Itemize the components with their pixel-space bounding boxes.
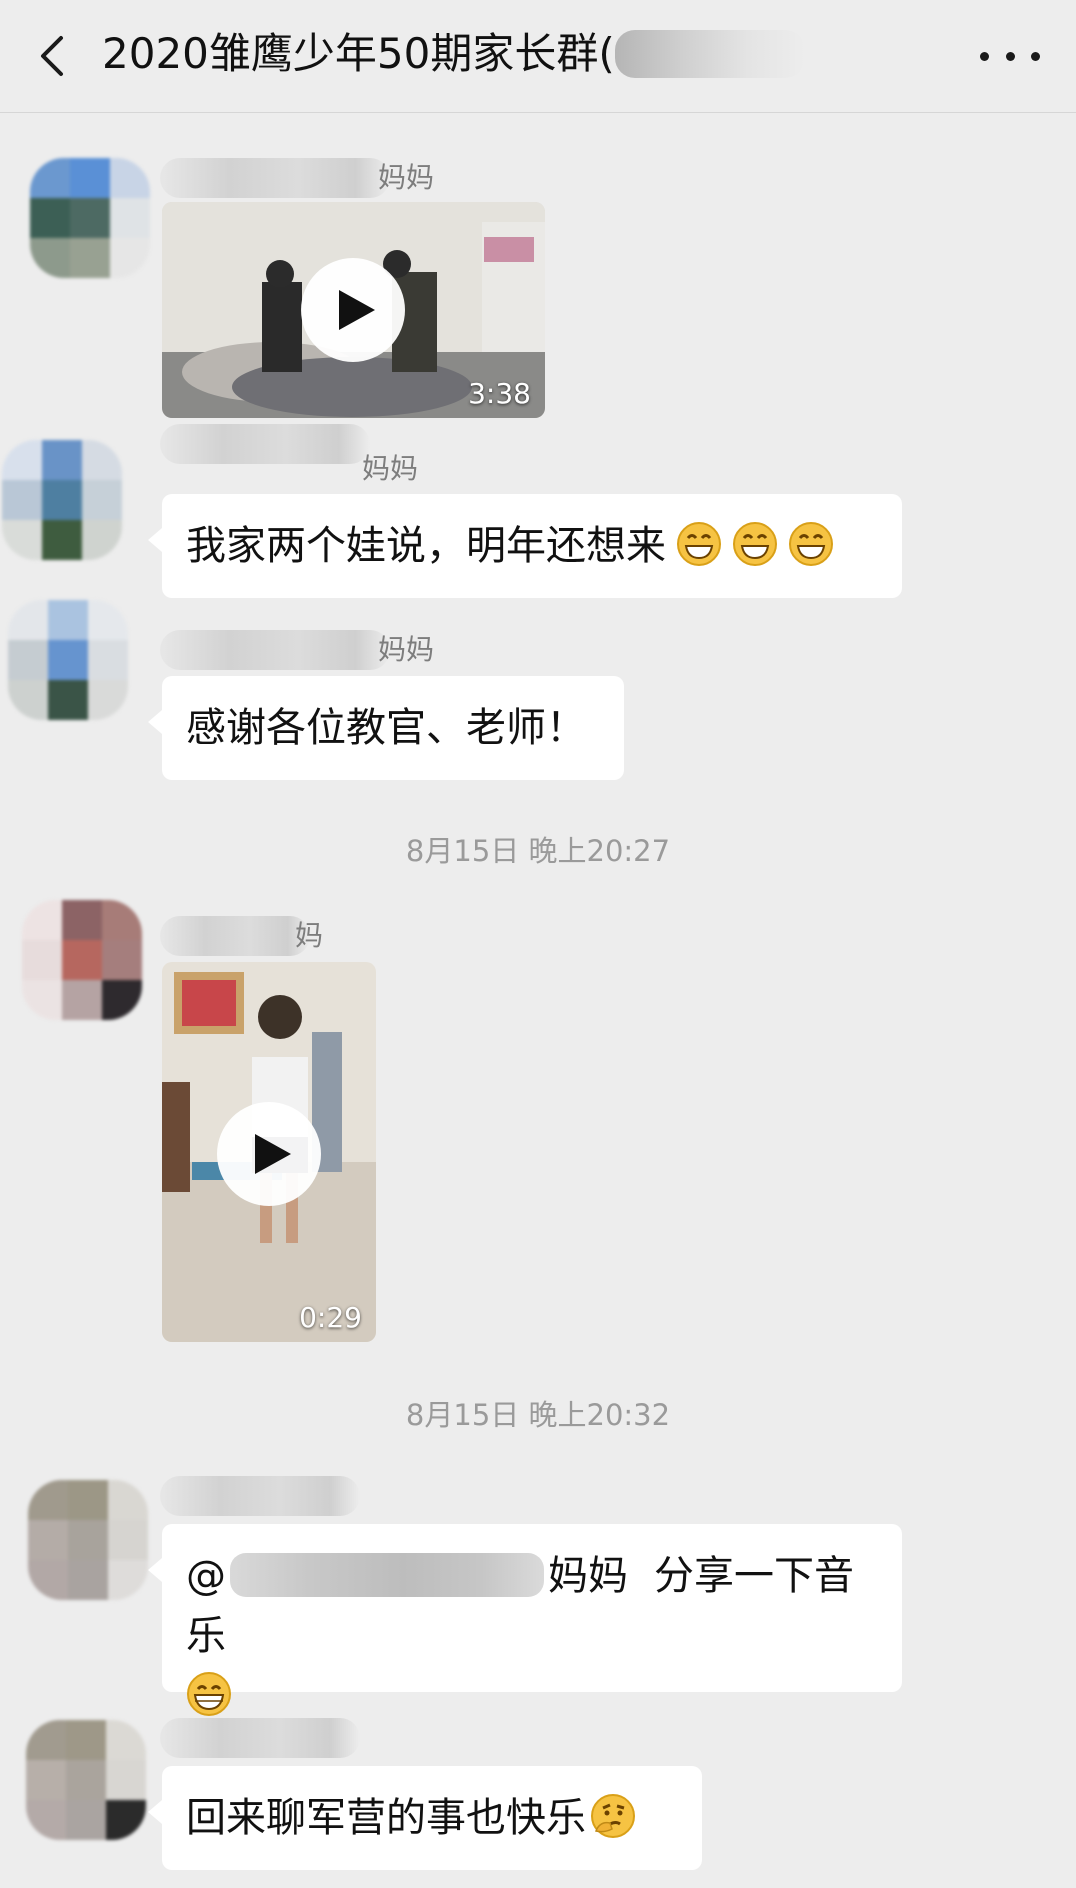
text-message[interactable]: @ 妈妈 分享一下音乐 bbox=[148, 1524, 902, 1716]
avatar[interactable] bbox=[26, 1720, 146, 1840]
play-button[interactable] bbox=[217, 1102, 321, 1206]
nickname-redaction bbox=[160, 916, 310, 956]
nickname-redaction bbox=[160, 424, 370, 464]
more-dots-icon bbox=[980, 51, 989, 61]
chat-title: 2020雏鹰少年50期家长群( bbox=[102, 29, 615, 78]
grin-emoji bbox=[733, 522, 777, 566]
chevron-left-icon bbox=[41, 36, 63, 76]
avatar[interactable] bbox=[8, 600, 128, 720]
sender-nickname: 妈妈 bbox=[378, 161, 435, 194]
back-button[interactable] bbox=[30, 26, 74, 86]
text-message[interactable]: 回来聊军营的事也快乐 bbox=[148, 1766, 702, 1870]
more-button[interactable] bbox=[980, 34, 1040, 78]
message-timestamp: 8月15日 晚上20:27 bbox=[405, 834, 671, 868]
avatar[interactable] bbox=[22, 900, 142, 1020]
nickname-redaction bbox=[160, 630, 390, 670]
avatar[interactable] bbox=[2, 440, 122, 560]
sender-nickname: 妈妈 bbox=[362, 452, 419, 485]
video-duration: 0:29 bbox=[299, 1301, 362, 1334]
message-timestamp: 8月15日 晚上20:32 bbox=[405, 1398, 671, 1432]
nickname-redaction bbox=[160, 1476, 360, 1516]
play-icon bbox=[339, 290, 375, 330]
text-message[interactable]: 感谢各位教官、老师！ bbox=[148, 676, 624, 780]
video-duration: 3:38 bbox=[468, 377, 531, 410]
play-button[interactable] bbox=[301, 258, 405, 362]
mention-redaction bbox=[230, 1553, 544, 1597]
grin-emoji bbox=[677, 522, 721, 566]
video-message[interactable]: 3:38 bbox=[162, 202, 545, 418]
video-message[interactable]: 0:29 bbox=[162, 962, 376, 1342]
grin-emoji bbox=[789, 522, 833, 566]
play-icon bbox=[255, 1134, 291, 1174]
nickname-redaction bbox=[160, 1718, 360, 1758]
nickname-redaction bbox=[160, 158, 390, 198]
sender-nickname: 妈妈 bbox=[378, 633, 435, 666]
avatar[interactable] bbox=[28, 1480, 148, 1600]
chat-header: 2020雏鹰少年50期家长群( bbox=[0, 0, 1076, 113]
big-grin-emoji bbox=[187, 1672, 231, 1716]
avatar[interactable] bbox=[30, 158, 150, 278]
text-message[interactable]: 我家两个娃说，明年还想来 bbox=[148, 494, 902, 598]
title-redaction bbox=[615, 30, 805, 78]
thinking-emoji bbox=[591, 1794, 635, 1838]
sender-nickname: 妈 bbox=[295, 919, 324, 952]
